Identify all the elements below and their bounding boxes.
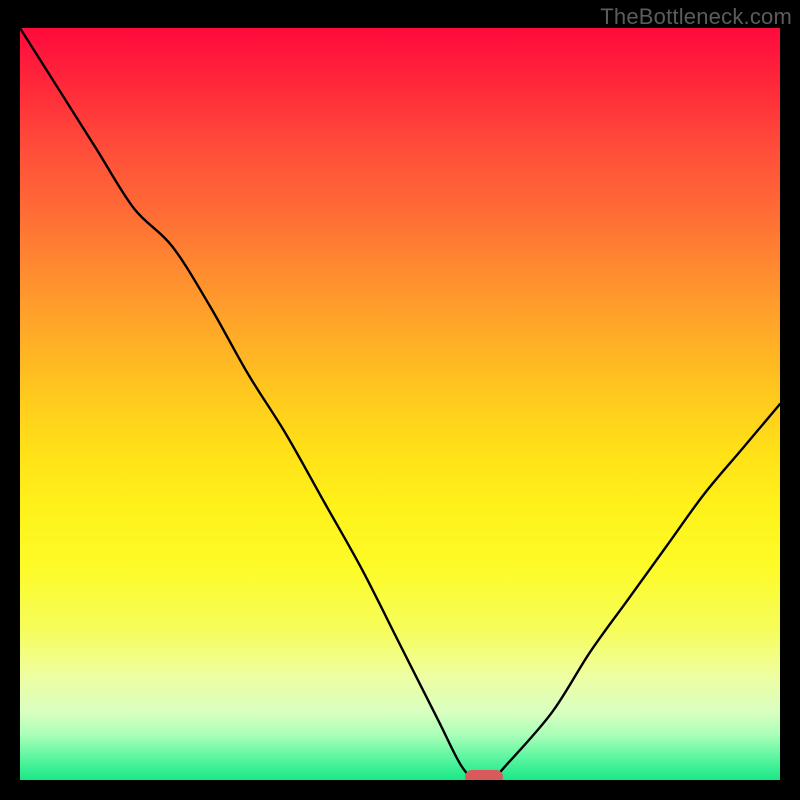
plot-area bbox=[20, 28, 780, 780]
bottleneck-curve bbox=[20, 28, 780, 780]
curve-path bbox=[20, 28, 780, 780]
watermark-text: TheBottleneck.com bbox=[600, 4, 792, 30]
optimal-marker bbox=[465, 770, 503, 780]
chart-frame: TheBottleneck.com bbox=[0, 0, 800, 800]
